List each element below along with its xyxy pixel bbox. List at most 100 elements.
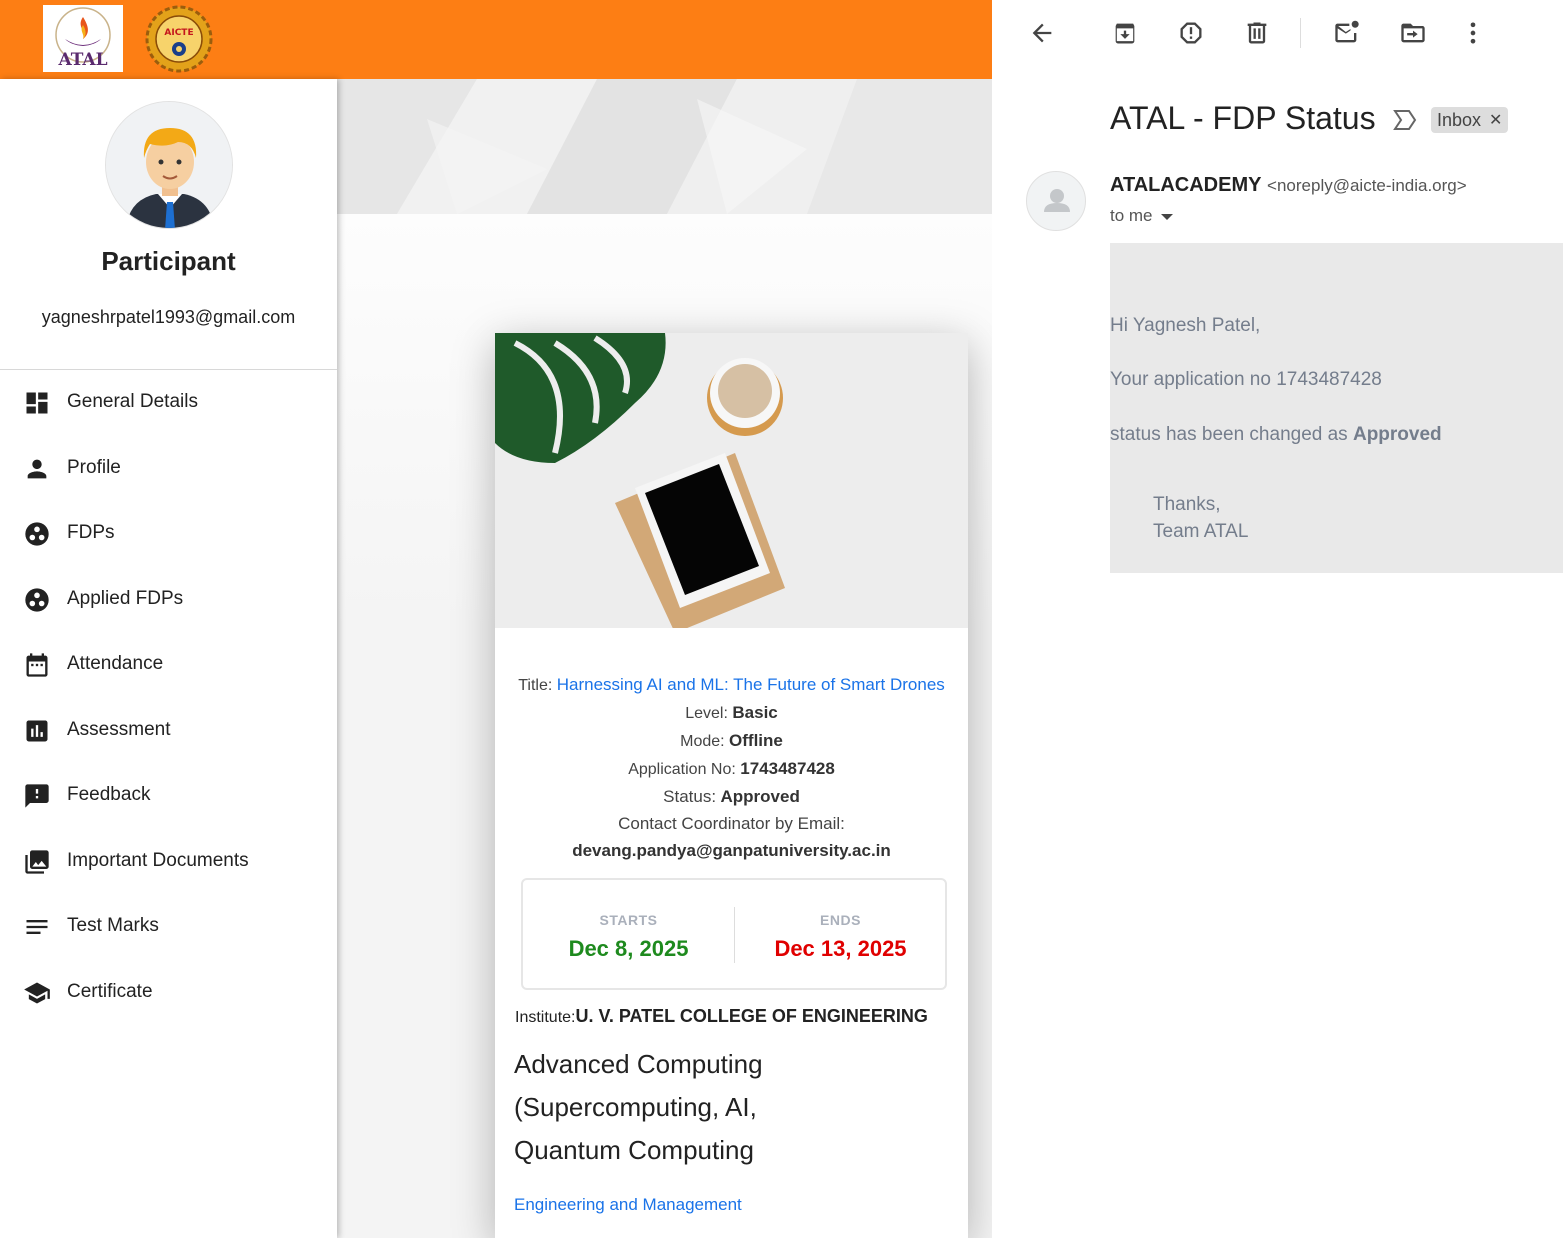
sidebar-item-important-documents[interactable]: Important Documents (0, 836, 337, 886)
trash-icon[interactable] (1243, 19, 1271, 47)
school-icon (24, 982, 50, 1004)
institute-label: Institute: (515, 1009, 576, 1026)
sidebar-item-label: Assessment (67, 719, 171, 740)
fdp-level-value: Basic (732, 703, 778, 722)
user-role: Participant (101, 246, 236, 276)
institute-name: U. V. PATEL COLLEGE OF ENGINEERING (575, 1006, 928, 1026)
starts-label: STARTS (599, 912, 658, 928)
fdp-application-line: Application No: 1743487428 (495, 759, 968, 779)
user-avatar[interactable] (105, 101, 233, 229)
aicte-logo-text: AICTE (164, 28, 193, 38)
fdp-mode-value: Offline (729, 731, 783, 750)
recipient-details-toggle[interactable]: to me (1110, 206, 1173, 226)
sidebar-item-assessment[interactable]: Assessment (0, 705, 337, 755)
fdp-application-label: Application No: (628, 761, 736, 778)
back-arrow-icon[interactable] (1028, 19, 1056, 47)
fdp-status-line: Status: Approved (495, 787, 968, 807)
fdp-level-line: Level: Basic (495, 703, 968, 723)
email-status-value: Approved (1352, 424, 1442, 445)
fdp-category-link[interactable]: Engineering and Management (514, 1195, 742, 1215)
bar-chart-icon (26, 720, 48, 742)
sidebar-item-profile[interactable]: Profile (0, 443, 337, 493)
atal-logo-text: ATAL (57, 50, 107, 70)
fdp-contact-label: Contact Coordinator by Email: (618, 814, 845, 833)
fdp-area-line: (Supercomputing, AI, (514, 1092, 757, 1122)
email-greeting: Hi Yagnesh Patel, (1110, 315, 1261, 336)
end-date: Dec 13, 2025 (774, 936, 907, 961)
top-header-bar: ATAL AICTE (0, 0, 992, 79)
workspaces-icon (25, 522, 49, 546)
email-viewer: ATAL - FDP Status Inbox ✕ ATALACADEMY <n… (992, 0, 1563, 1238)
email-status-prefix: status has been changed as (1110, 424, 1348, 445)
fdp-area: Advanced Computing (Supercomputing, AI, … (514, 1043, 954, 1172)
dashboard-icon (26, 392, 48, 414)
sidebar-item-label: Feedback (67, 784, 151, 805)
fdp-level-label: Level: (685, 705, 728, 722)
sidebar-item-label: Test Marks (67, 915, 159, 936)
atal-portal: ATAL AICTE Participant yagneshrpatel1993… (0, 0, 992, 1238)
sender-avatar[interactable] (1026, 171, 1086, 231)
fdp-area-line: Quantum Computing (514, 1135, 754, 1165)
chevron-down-icon (1160, 213, 1173, 220)
sidebar-item-label: FDPs (67, 522, 115, 543)
fdp-cover-image (495, 333, 968, 628)
sidebar-divider (0, 369, 337, 370)
sidebar-item-test-marks[interactable]: Test Marks (0, 901, 337, 951)
mark-unread-icon[interactable] (1333, 19, 1361, 47)
sidebar-item-label: Certificate (67, 981, 153, 1002)
fdp-institute: Institute:U. V. PATEL COLLEGE OF ENGINEE… (515, 1006, 960, 1027)
toolbar-separator (1300, 18, 1301, 48)
email-body: Hi Yagnesh Patel, Your application no 17… (1110, 243, 1563, 573)
hero-pattern-banner (337, 79, 992, 214)
fdp-status-value: Approved (720, 787, 800, 806)
fdp-contact-email[interactable]: devang.pandya@ganpatuniversity.ac.in (495, 841, 968, 861)
recipient-text: to me (1110, 206, 1153, 225)
sidebar-item-label: Profile (67, 457, 121, 478)
person-icon (27, 459, 47, 479)
report-spam-icon[interactable] (1177, 19, 1205, 47)
feedback-icon (25, 784, 49, 808)
notes-icon (26, 920, 48, 934)
inbox-label-badge: Inbox ✕ (1431, 107, 1509, 133)
email-subject: ATAL - FDP Status (1110, 100, 1376, 136)
sidebar: Participant yagneshrpatel1993@gmail.com … (0, 79, 337, 1238)
fdp-title-line: Title: Harnessing AI and ML: The Future … (495, 675, 968, 695)
workspaces-icon (25, 588, 49, 612)
fdp-application-number: 1743487428 (740, 759, 835, 778)
sidebar-item-attendance[interactable]: Attendance (0, 639, 337, 689)
email-application-line: Your application no 1743487428 (1110, 369, 1382, 390)
calendar-icon (26, 653, 48, 677)
fdp-status-label: Status: (663, 787, 717, 806)
sidebar-item-label: General Details (67, 391, 198, 412)
start-date: Dec 8, 2025 (568, 936, 689, 961)
sender-line: ATALACADEMY <noreply@aicte-india.org> (1110, 174, 1467, 197)
fdp-title-label: Title: (518, 677, 553, 694)
user-email: yagneshrpatel1993@gmail.com (41, 307, 296, 327)
fdp-title-link[interactable]: Harnessing AI and ML: The Future of Smar… (557, 675, 945, 694)
sidebar-item-feedback[interactable]: Feedback (0, 770, 337, 820)
sidebar-item-general-details[interactable]: General Details (0, 377, 337, 427)
email-thanks: Thanks, (1153, 494, 1221, 515)
fdp-date-range: STARTS Dec 8, 2025 ENDS Dec 13, 2025 (521, 878, 947, 990)
sender-name[interactable]: ATALACADEMY (1110, 174, 1261, 196)
remove-label-icon[interactable]: ✕ (1489, 110, 1502, 130)
fdp-card: Title: Harnessing AI and ML: The Future … (495, 333, 968, 1238)
sidebar-item-certificate[interactable]: Certificate (0, 967, 337, 1017)
sender-address: <noreply@aicte-india.org> (1267, 176, 1467, 195)
inbox-label-text: Inbox (1437, 109, 1482, 130)
ends-label: ENDS (820, 912, 861, 928)
fdp-mode-line: Mode: Offline (495, 731, 968, 751)
sidebar-item-label: Attendance (67, 653, 164, 674)
email-signature: Team ATAL (1153, 521, 1249, 542)
atal-logo[interactable]: ATAL (43, 5, 123, 72)
more-options-icon[interactable] (1459, 19, 1487, 47)
archive-icon[interactable] (1111, 19, 1139, 47)
fdp-area-line: Advanced Computing (514, 1049, 763, 1079)
aicte-logo[interactable]: AICTE (145, 5, 213, 73)
move-to-icon[interactable] (1399, 19, 1427, 47)
sidebar-item-fdps[interactable]: FDPs (0, 508, 337, 558)
importance-marker-icon[interactable] (1392, 108, 1418, 132)
sidebar-item-label: Applied FDPs (67, 588, 184, 609)
sidebar-item-applied-fdps[interactable]: Applied FDPs (0, 574, 337, 624)
fdp-mode-label: Mode: (680, 733, 725, 750)
